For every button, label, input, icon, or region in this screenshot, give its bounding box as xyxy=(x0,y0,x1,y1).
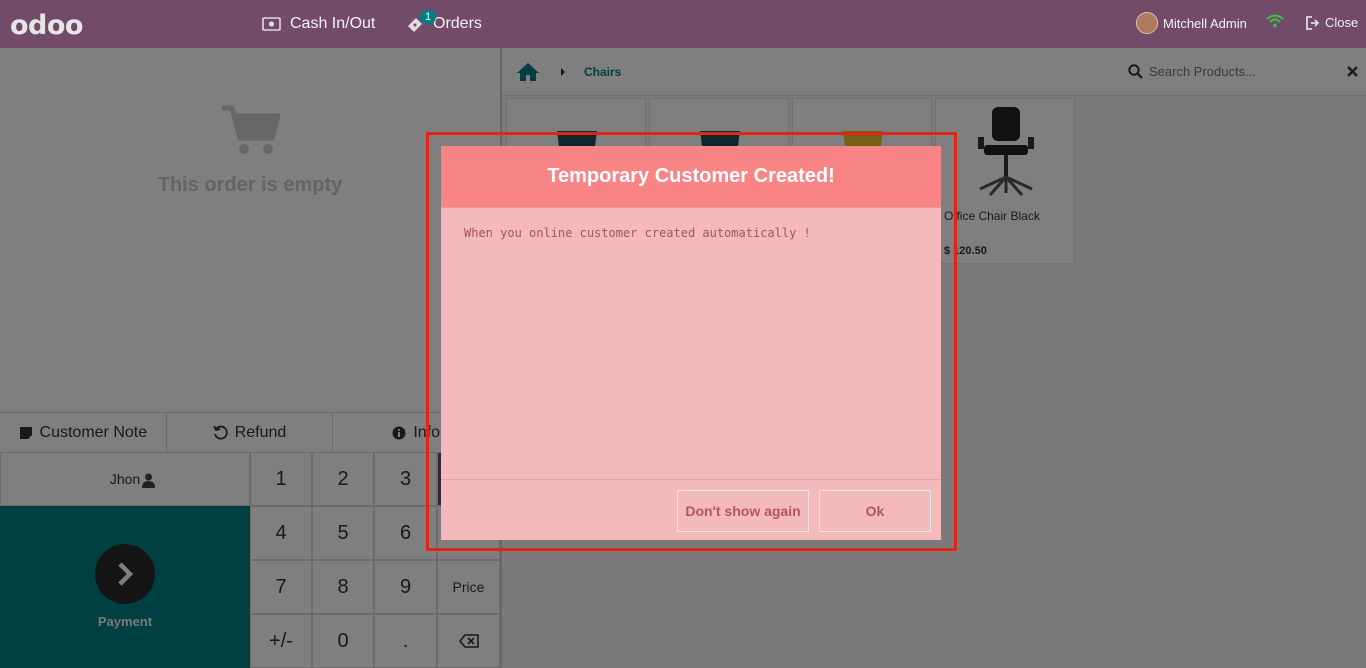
orders-button[interactable]: 1 Orders xyxy=(406,0,482,48)
pos-app: odoo Cash In/Out 1 Orders Mitchell Admin xyxy=(0,0,1366,668)
cash-in-out-label: Cash In/Out xyxy=(290,15,376,32)
orders-count-badge: 1 xyxy=(420,10,437,24)
highlight-frame xyxy=(426,132,957,551)
close-button[interactable]: Close xyxy=(1306,15,1358,30)
user-menu[interactable]: Mitchell Admin xyxy=(1136,12,1247,34)
orders-label: Orders xyxy=(433,15,482,32)
close-label: Close xyxy=(1325,15,1359,30)
wifi-icon[interactable] xyxy=(1266,14,1284,33)
user-name: Mitchell Admin xyxy=(1163,15,1247,31)
odoo-logo: odoo xyxy=(10,10,83,41)
sign-out-icon xyxy=(1306,15,1320,30)
avatar xyxy=(1136,12,1158,34)
top-bar: odoo Cash In/Out 1 Orders Mitchell Admin xyxy=(0,0,1366,48)
money-icon xyxy=(262,17,281,31)
cash-in-out-button[interactable]: Cash In/Out xyxy=(262,0,375,48)
